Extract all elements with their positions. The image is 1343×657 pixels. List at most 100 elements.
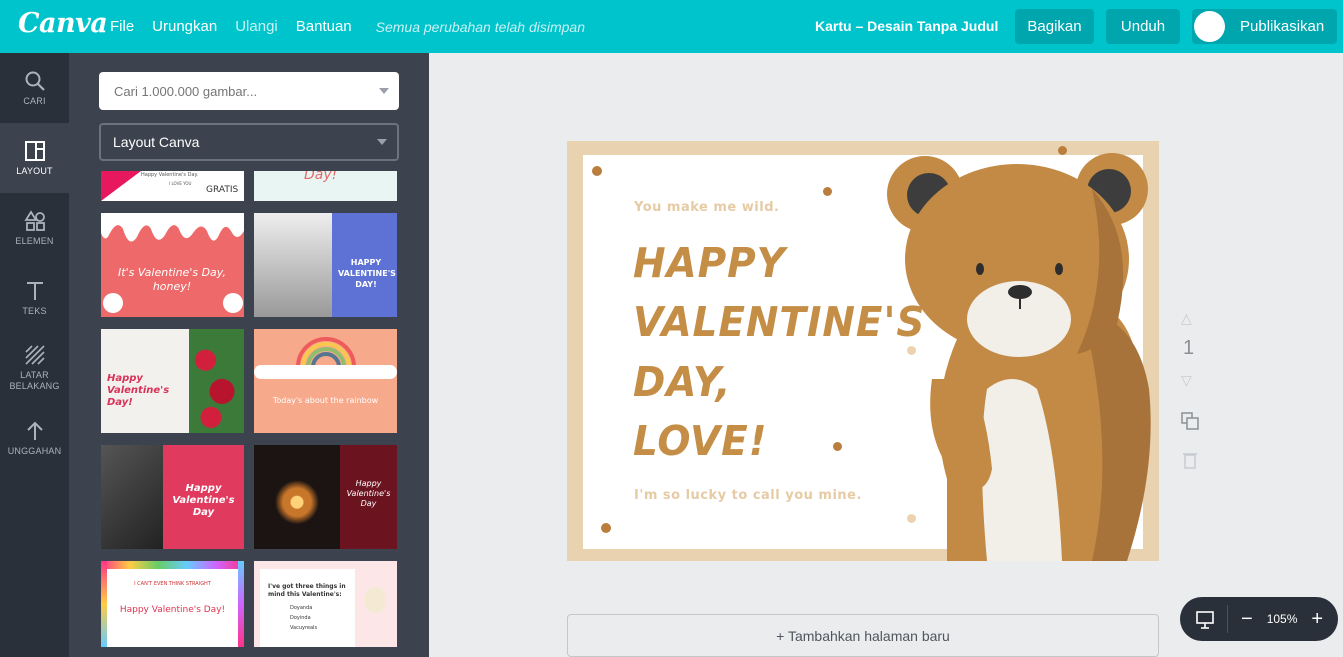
thumb-text: Happy Valentine's Day — [172, 483, 235, 518]
card-subtitle[interactable]: You make me wild. — [634, 200, 779, 215]
card-title-line[interactable]: HAPPY — [633, 239, 786, 287]
roses-photo — [189, 329, 244, 433]
menu-redo[interactable]: Ulangi — [235, 18, 278, 35]
layout-thumb[interactable]: Happy Valentine's Day — [254, 445, 397, 549]
confetti-dot — [833, 442, 842, 451]
layout-dropdown-value: Layout Canva — [113, 134, 200, 150]
upload-icon — [26, 421, 43, 440]
download-button[interactable]: Unduh — [1106, 9, 1180, 44]
rail-item-uploads[interactable]: UNGGAHAN — [0, 403, 69, 473]
publish-label: Publikasikan — [1240, 18, 1325, 35]
layout-thumb[interactable]: Today's about the rainbow — [254, 329, 397, 433]
layout-thumb[interactable]: Happy Valentine's Day! — [101, 329, 244, 433]
confetti-dot — [601, 523, 611, 533]
menu-file[interactable]: File — [110, 18, 134, 35]
search-icon — [25, 71, 45, 91]
rail-item-search[interactable]: CARI — [0, 53, 69, 123]
rail-label-text: TEKS — [22, 305, 47, 316]
thumb-text: Happy Valentine's Day — [346, 479, 391, 508]
thumb-text: I LOVE YOU — [169, 181, 192, 186]
thumb-decoration — [103, 293, 123, 313]
stripe-decoration — [101, 561, 107, 647]
rail-item-layout[interactable]: LAYOUT — [0, 123, 69, 193]
presentation-icon[interactable] — [1195, 609, 1215, 629]
stripe-decoration — [238, 561, 244, 647]
thumb-list-item: Doyanda — [290, 605, 313, 611]
confetti-dot — [823, 187, 832, 196]
thumb-text: It's Valentine's Day, honey! — [118, 266, 226, 293]
menu-help[interactable]: Bantuan — [296, 18, 352, 35]
card-title-line[interactable]: LOVE! — [633, 417, 767, 465]
card-footer-text[interactable]: I'm so lucky to call you mine. — [634, 488, 862, 503]
page-down-icon[interactable]: ▽ — [1181, 372, 1192, 389]
thumb-text: Happy Valentine's Day! — [107, 373, 170, 408]
card-title-line[interactable]: DAY, — [633, 358, 731, 406]
elements-icon — [23, 209, 45, 231]
layout-thumb[interactable]: I've got three things in mind this Valen… — [254, 561, 397, 647]
thumb-text: I CAN'T EVEN THINK STRAIGHT — [134, 581, 211, 587]
divider — [1227, 605, 1228, 633]
cotton-candy-decoration — [364, 587, 386, 613]
design-card[interactable]: You make me wild. HAPPY VALENTINE'S DAY,… — [567, 141, 1159, 561]
layout-thumb[interactable]: Happy Valentine's Day — [101, 445, 244, 549]
background-icon — [24, 345, 45, 365]
menu-undo[interactable]: Urungkan — [152, 18, 217, 35]
card-title-line[interactable]: VALENTINE'S — [633, 298, 925, 346]
zoom-in-button[interactable]: + — [1311, 608, 1323, 631]
couple-photo — [254, 213, 332, 317]
rail-item-text[interactable]: TEKS — [0, 263, 69, 333]
share-button[interactable]: Bagikan — [1015, 9, 1094, 44]
layout-thumb[interactable]: I CAN'T EVEN THINK STRAIGHT Happy Valent… — [101, 561, 244, 647]
thumb-text: HAPPY VALENTINE'S DAY! — [338, 258, 396, 289]
thumb-decoration — [223, 293, 243, 313]
zoom-controls: − 105% + — [1180, 597, 1338, 641]
thumb-text: Today's about the rainbow — [272, 396, 379, 405]
layout-thumb[interactable]: HAPPY VALENTINE'S DAY! — [254, 213, 397, 317]
thumb-text: Happy Valentine's Day. — [141, 172, 199, 178]
drip-decoration — [101, 213, 244, 242]
chevron-down-icon[interactable] — [379, 88, 389, 94]
thumb-list-item: Vacuyreals — [290, 625, 318, 631]
rail-label-layout: LAYOUT — [16, 165, 53, 176]
canva-logo[interactable]: Canva — [18, 8, 108, 39]
rail-label-search: CARI — [23, 95, 46, 106]
duplicate-page-icon[interactable] — [1180, 411, 1200, 431]
layout-thumb[interactable]: Happy Valentine's Day. I LOVE YOU GRATIS — [101, 171, 244, 201]
rail-label-background: LATAR BELAKANG — [9, 370, 60, 391]
layout-thumb[interactable]: It's Valentine's Day, honey! — [101, 213, 244, 317]
layout-panel: Layout Canva Happy Valentine's Day. I LO… — [69, 53, 429, 657]
free-badge: GRATIS — [206, 185, 239, 195]
document-title[interactable]: Kartu – Desain Tanpa Judul — [815, 18, 998, 34]
page-number: 1 — [1183, 337, 1195, 359]
rail-item-background[interactable]: LATAR BELAKANG — [0, 333, 69, 403]
rail-label-elements: ELEMEN — [15, 235, 54, 246]
sparkler-photo — [254, 445, 340, 549]
chevron-down-icon — [377, 139, 387, 145]
layout-thumb[interactable]: Day! — [254, 171, 397, 201]
page-up-icon[interactable]: △ — [1181, 310, 1192, 327]
thumb-list-item: Doyinda — [290, 615, 311, 621]
rainbow-decoration — [296, 337, 356, 368]
stripe-decoration — [101, 561, 244, 569]
top-bar: Canva File Urungkan Ulangi Bantuan Semua… — [0, 0, 1343, 53]
thumb-decoration — [101, 171, 141, 201]
delete-page-icon[interactable] — [1182, 451, 1198, 469]
text-icon — [26, 281, 43, 300]
left-rail: CARI LAYOUT ELEMEN TEKS LATAR BELAKANG U… — [0, 53, 69, 657]
publish-button[interactable]: Publikasikan — [1192, 9, 1337, 44]
confetti-dot — [592, 166, 602, 176]
couple-photo — [101, 445, 163, 549]
thumb-text: Day! — [304, 171, 338, 183]
thumb-text: I've got three things in mind this Valen… — [268, 583, 346, 598]
thumb-text: Happy Valentine's Day! — [119, 605, 226, 615]
menu-bar: File Urungkan Ulangi Bantuan Semua perub… — [110, 0, 585, 53]
add-page-button[interactable]: + Tambahkan halaman baru — [567, 614, 1159, 657]
rail-item-elements[interactable]: ELEMEN — [0, 193, 69, 263]
search-input[interactable] — [114, 83, 364, 99]
image-search[interactable] — [99, 72, 399, 110]
zoom-out-button[interactable]: − — [1241, 608, 1253, 631]
zoom-level: 105% — [1266, 612, 1298, 626]
rail-label-uploads: UNGGAHAN — [7, 445, 62, 456]
bear-illustration[interactable] — [887, 149, 1159, 561]
layout-dropdown[interactable]: Layout Canva — [99, 123, 399, 161]
